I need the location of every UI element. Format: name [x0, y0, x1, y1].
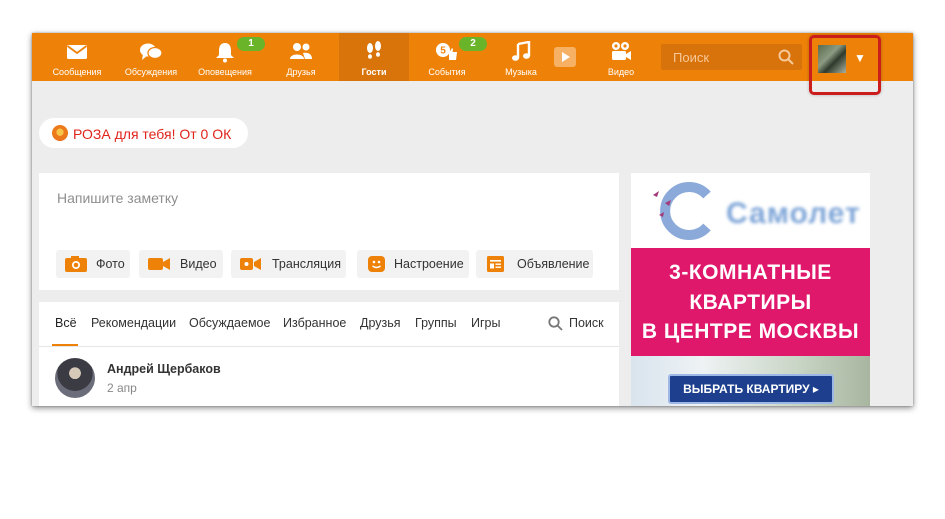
ad-headline-line-1: 3-КОМНАТНЫЕ — [669, 261, 832, 284]
nav-events[interactable]: 5 2 События — [412, 33, 487, 81]
feed-tab-games[interactable]: Игры — [471, 316, 500, 330]
nav-music-label: Музыка — [505, 67, 537, 77]
ad-logo-mark-icon — [653, 182, 711, 240]
nav-music[interactable]: Музыка — [486, 33, 556, 81]
composer-announcement-button[interactable]: Объявление — [476, 250, 593, 278]
divider — [39, 346, 619, 347]
footprints-icon — [367, 41, 381, 59]
chat-bubbles-icon — [140, 43, 163, 60]
browser-viewport: Сообщения Обсуждения 1 Оповещения Друзья… — [32, 33, 913, 406]
composer-mood-button[interactable]: Настроение — [357, 250, 469, 278]
nav-discussions-label: Обсуждения — [124, 67, 178, 77]
avatar — [818, 45, 846, 73]
feed-tab-recommendations[interactable]: Рекомендации — [91, 316, 176, 330]
events-badge: 2 — [459, 37, 487, 51]
svg-text:5: 5 — [440, 46, 446, 57]
post-date: 2 апр — [107, 381, 137, 395]
feed-tab-friends[interactable]: Друзья — [360, 316, 401, 330]
post-author-name[interactable]: Андрей Щербаков — [107, 362, 221, 376]
nav-friends[interactable]: Друзья — [266, 33, 336, 81]
composer-announcement-label: Объявление — [517, 257, 590, 271]
composer-video-label: Видео — [180, 257, 217, 271]
note-input[interactable]: Напишите заметку — [57, 190, 178, 206]
nav-guests[interactable]: Гости — [339, 33, 409, 81]
search-icon[interactable] — [548, 316, 563, 331]
feed-search-label[interactable]: Поиск — [569, 316, 604, 330]
feed-tab-groups[interactable]: Группы — [415, 316, 457, 330]
promo-banner[interactable]: РОЗА для тебя! От 0 ОК — [39, 118, 248, 148]
people-icon — [290, 43, 312, 59]
music-note-icon — [512, 41, 531, 61]
nav-friends-label: Друзья — [286, 67, 316, 77]
top-search[interactable] — [661, 44, 802, 70]
nav-events-label: События — [428, 67, 466, 77]
feed: Всё Рекомендации Обсуждаемое Избранное Д… — [39, 302, 619, 406]
chevron-down-icon: ▼ — [854, 51, 866, 65]
composer-photo-button[interactable]: Фото — [56, 250, 130, 278]
broadcast-icon — [240, 258, 261, 270]
composer-mood-label: Настроение — [394, 257, 464, 271]
nav-discussions[interactable]: Обсуждения — [116, 33, 186, 81]
feed-tab-all[interactable]: Всё — [55, 316, 77, 330]
note-composer: Напишите заметку Фото Видео Трансляция Н… — [39, 173, 619, 290]
search-icon[interactable] — [778, 49, 794, 65]
nav-video[interactable]: Видео — [586, 33, 656, 81]
smile-icon — [368, 256, 385, 272]
ad-cta-button[interactable]: ВЫБРАТЬ КВАРТИРУ ▸ — [668, 374, 834, 404]
envelope-icon — [66, 45, 88, 59]
ad-headline-line-2: КВАРТИРЫ — [689, 291, 812, 314]
play-video-icon[interactable] — [553, 46, 577, 68]
promo-text: РОЗА для тебя! От 0 ОК — [73, 126, 232, 142]
profile-menu-button[interactable]: ▼ — [809, 35, 881, 95]
post-author-avatar[interactable] — [55, 358, 95, 398]
nav-video-label: Видео — [607, 67, 635, 77]
feed-tab-discussed[interactable]: Обсуждаемое — [189, 316, 270, 330]
composer-broadcast-button[interactable]: Трансляция — [231, 250, 346, 278]
top-navigation-bar: Сообщения Обсуждения 1 Оповещения Друзья… — [32, 33, 913, 95]
composer-photo-label: Фото — [96, 257, 125, 271]
ad-brand-text: Самолет — [726, 197, 861, 230]
search-input[interactable] — [661, 44, 783, 70]
advertisement-banner[interactable]: Самолет 3-КОМНАТНЫЕ КВАРТИРЫ В ЦЕНТРЕ МО… — [631, 173, 870, 406]
nav-messages[interactable]: Сообщения — [42, 33, 112, 81]
nav-notifications-label: Оповещения — [198, 67, 252, 77]
thumbs-up-icon: 5 — [436, 43, 457, 60]
bell-icon — [216, 43, 234, 63]
feed-tab-favorites[interactable]: Избранное — [283, 316, 346, 330]
nav-guests-label: Гости — [361, 67, 387, 77]
composer-video-button[interactable]: Видео — [139, 250, 223, 278]
rose-icon — [52, 125, 68, 141]
ad-logo: Самолет — [631, 173, 870, 248]
ad-headline-panel: 3-КОМНАТНЫЕ КВАРТИРЫ В ЦЕНТРЕ МОСКВЫ — [631, 248, 870, 356]
video-camera-icon — [612, 42, 631, 60]
nav-notifications[interactable]: 1 Оповещения — [190, 33, 265, 81]
ad-headline-line-3: В ЦЕНТРЕ МОСКВЫ — [641, 320, 860, 343]
camera-icon — [65, 256, 87, 272]
video-icon — [148, 258, 170, 270]
nav-messages-label: Сообщения — [52, 67, 102, 77]
announcement-icon — [487, 256, 504, 272]
notifications-badge: 1 — [237, 37, 265, 51]
composer-broadcast-label: Трансляция — [272, 257, 341, 271]
